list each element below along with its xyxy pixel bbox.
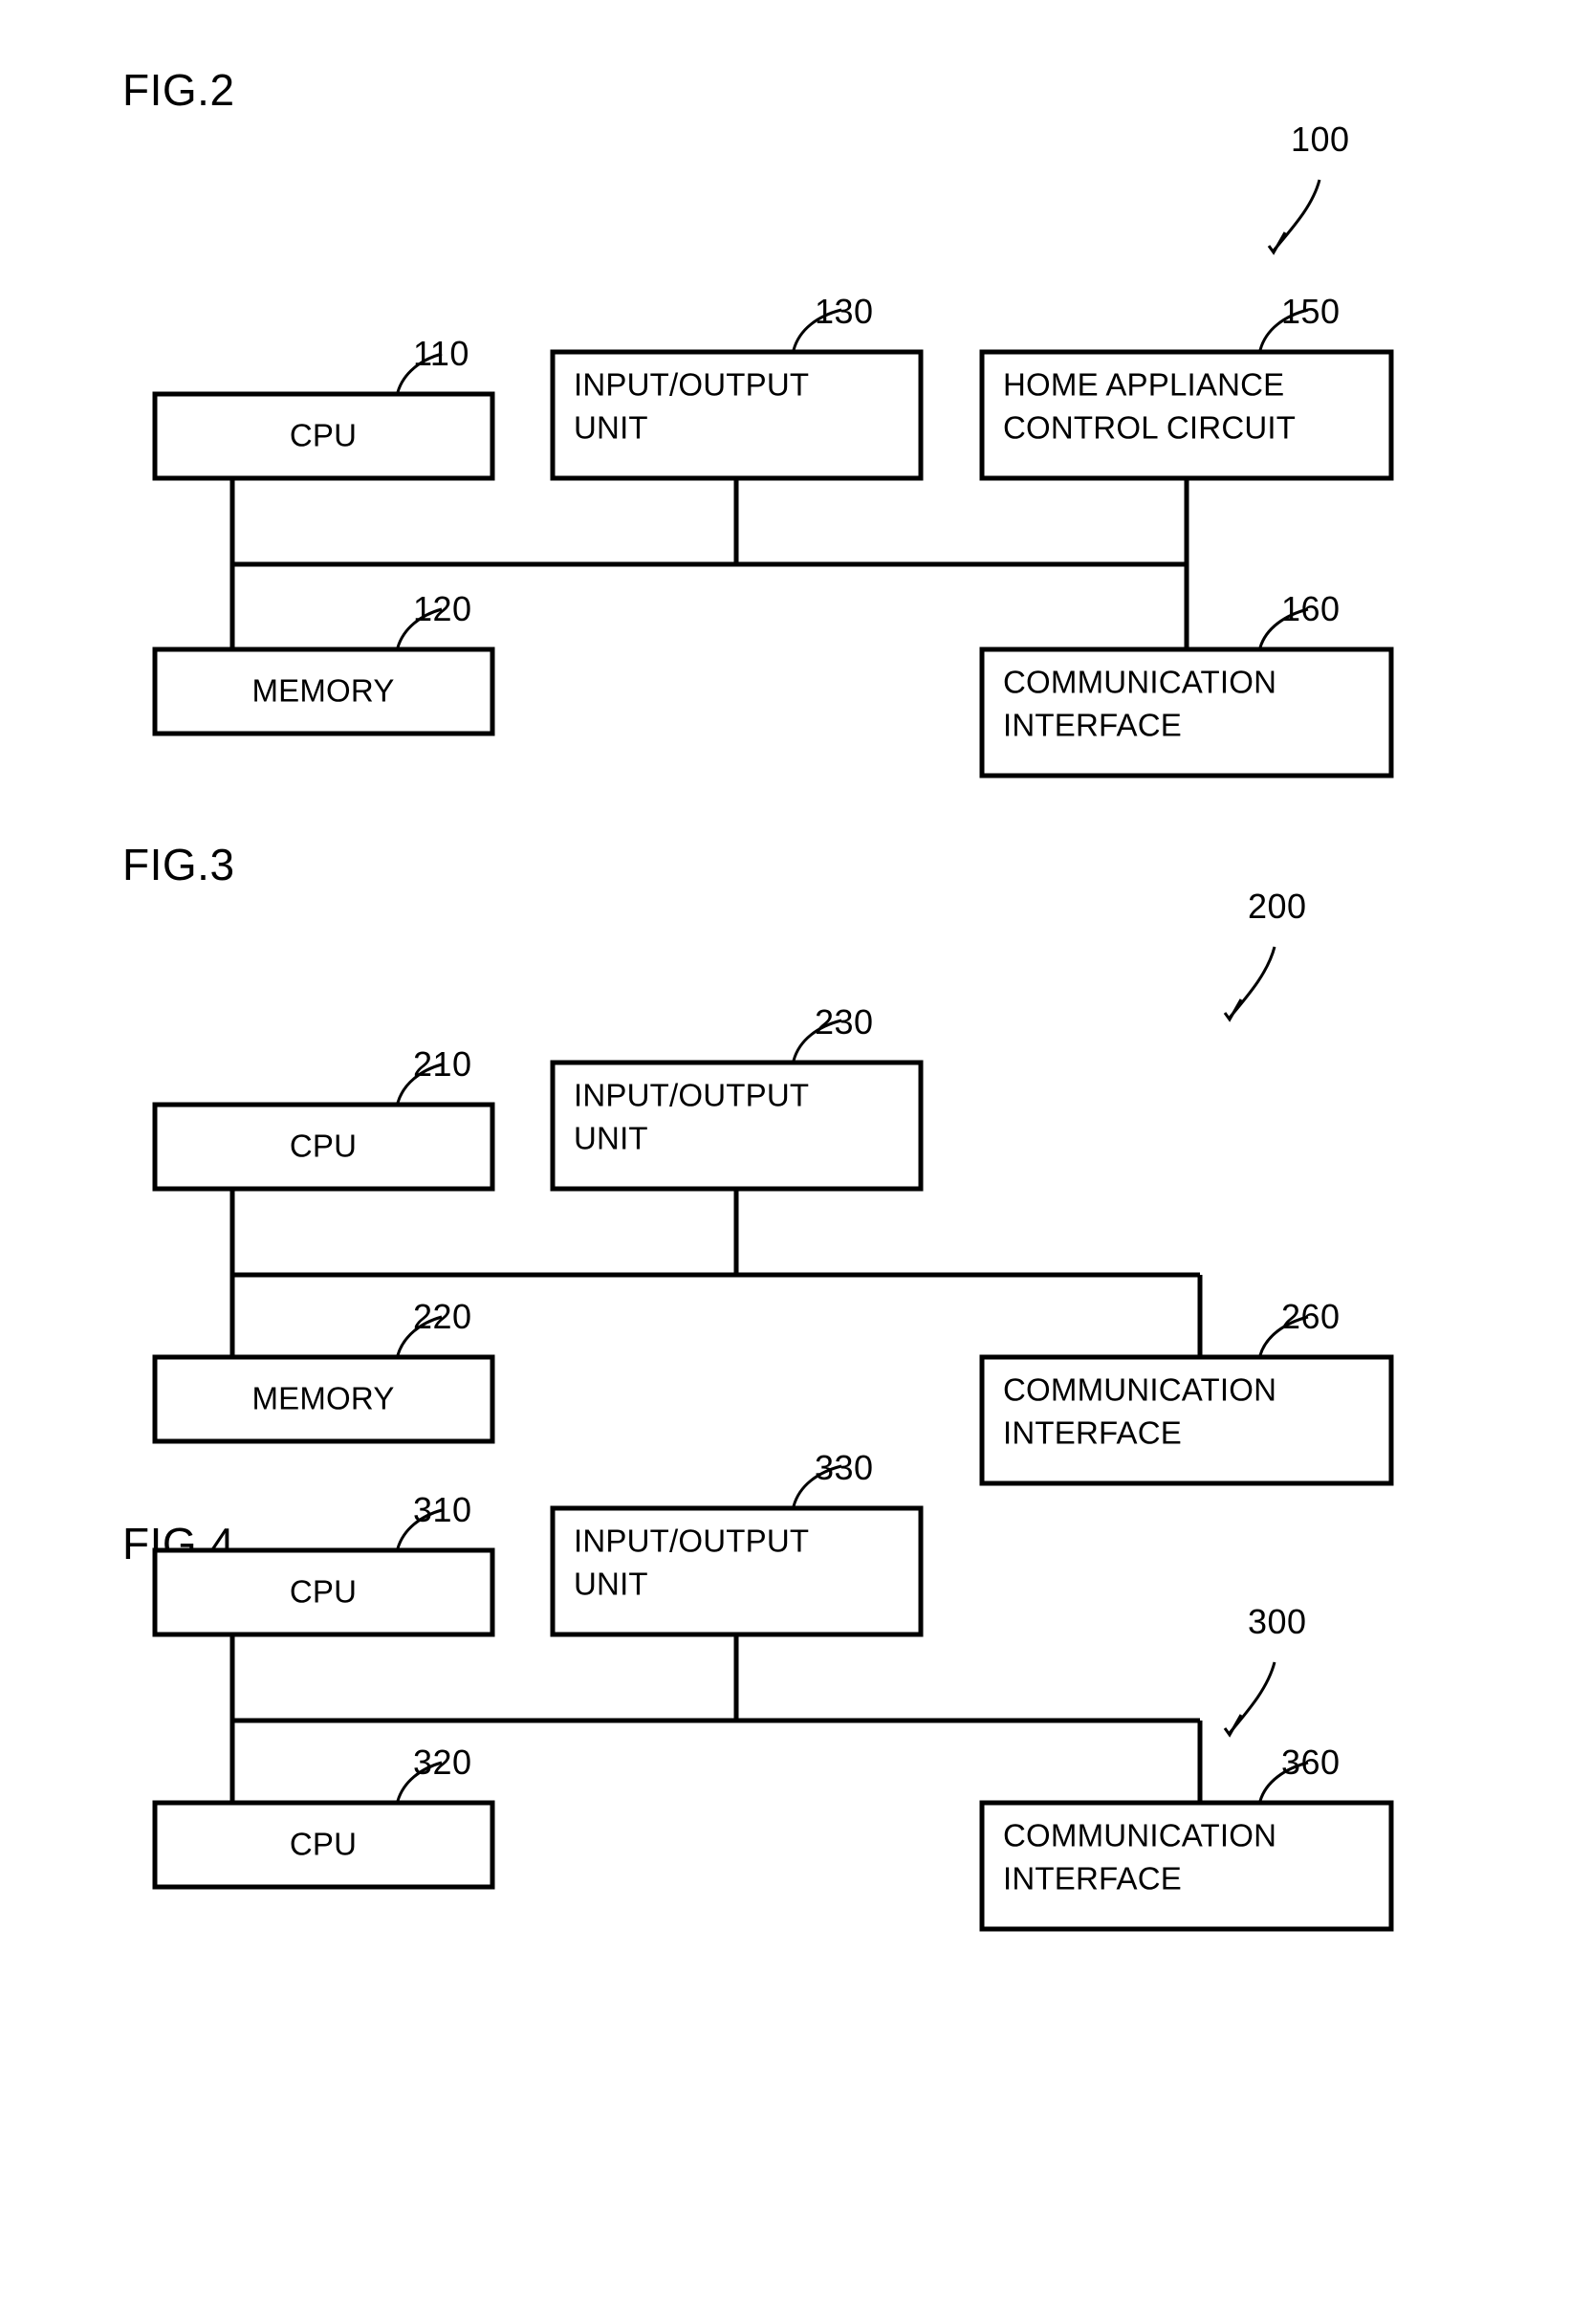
fig3-box-cpu-label: CPU [290,1129,357,1164]
fig3-ref-260: 260 [1281,1297,1341,1336]
fig3-system-arrow-head [1223,998,1243,1022]
fig2-box-io-label-line1: INPUT/OUTPUT [574,367,809,403]
fig4-ref-310: 310 [413,1490,472,1529]
fig3-box-comm-label-line1: COMMUNICATION [1003,1372,1276,1408]
fig3-box-memory-label: MEMORY [251,1381,394,1416]
fig2-box-cpu-label: CPU [290,418,357,453]
figure-fig3: FIG.3 200 CPU 210 INPUT/OUTPUT UNIT 230 … [122,840,1394,1486]
fig3-box-io-label-line1: INPUT/OUTPUT [574,1078,809,1113]
fig2-ref-110: 110 [413,334,469,373]
fig4-box-cpu1-label: CPU [290,1574,357,1610]
fig4-system-arrow-head [1223,1714,1243,1738]
fig2-box-comm-label-line1: COMMUNICATION [1003,665,1276,700]
fig2-ref-160: 160 [1281,589,1341,628]
fig3-box-comm-label-line2: INTERFACE [1003,1415,1182,1451]
fig3-box-io-label-line2: UNIT [574,1121,648,1156]
fig4-ref-360: 360 [1281,1743,1341,1782]
figure-fig2: FIG.2 100 CPU 110 INPUT/OUTPUT UNIT 130 … [122,65,1394,778]
fig2-system-arrow-head [1267,231,1287,255]
fig2-box-comm-label-line2: INTERFACE [1003,708,1182,743]
fig4-ref-330: 330 [815,1448,874,1487]
fig2-box-memory-label: MEMORY [251,673,394,709]
fig3-ref-210: 210 [413,1044,472,1084]
fig4-box-comm-label-line1: COMMUNICATION [1003,1818,1276,1853]
fig2-box-io-label-line2: UNIT [574,410,648,446]
fig2-ref-130: 130 [815,292,874,331]
fig4-system-number: 300 [1248,1602,1307,1641]
fig4-box-comm-label-line2: INTERFACE [1003,1861,1182,1896]
fig2-label: FIG.2 [122,65,235,115]
fig3-ref-230: 230 [815,1002,874,1041]
fig2-box-hacc-label-line1: HOME APPLIANCE [1003,367,1284,403]
fig3-label: FIG.3 [122,840,235,889]
fig2-system-number: 100 [1291,120,1350,159]
fig2-box-hacc-label-line2: CONTROL CIRCUIT [1003,410,1296,446]
fig3-system-number: 200 [1248,887,1307,926]
fig3-ref-220: 220 [413,1297,472,1336]
figure-fig4: FIG.4 300 CPU 310 INPUT/OUTPUT UNIT 330 … [122,1448,1394,1932]
fig4-ref-320: 320 [413,1743,472,1782]
figures-canvas: FIG.2 100 CPU 110 INPUT/OUTPUT UNIT 130 … [122,65,1394,1932]
fig4-box-cpu2-label: CPU [290,1827,357,1862]
fig2-ref-120: 120 [413,589,472,628]
fig2-ref-150: 150 [1281,292,1341,331]
patent-drawing-sheet: FIG.2 100 CPU 110 INPUT/OUTPUT UNIT 130 … [0,0,1592,2324]
fig4-box-io-label-line1: INPUT/OUTPUT [574,1524,809,1559]
fig4-box-io-label-line2: UNIT [574,1567,648,1602]
